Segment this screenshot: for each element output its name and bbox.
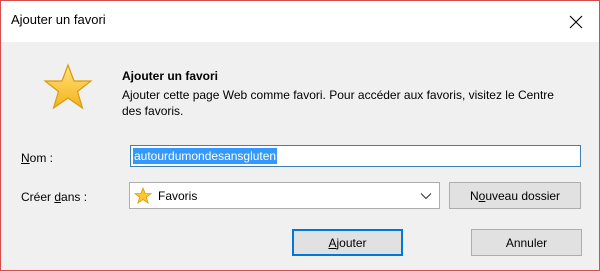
add-favorite-dialog: Ajouter un favori Ajouter un favori Ajou… [0, 0, 600, 271]
create-in-label-text-before: Créer [21, 190, 55, 204]
star-icon [134, 187, 152, 204]
new-folder-label-after: uveau dossier [485, 188, 561, 203]
dialog-heading: Ajouter un favori [122, 69, 219, 83]
new-folder-label-accesskey: o [478, 188, 486, 203]
star-icon [43, 63, 93, 110]
dialog-title: Ajouter un favori [11, 12, 106, 27]
add-label-text: jouter [336, 235, 367, 250]
cancel-button[interactable]: Annuler [471, 229, 582, 256]
name-input-value: autourdumondesansgluten [133, 148, 278, 164]
name-input[interactable]: autourdumondesansgluten [130, 145, 581, 167]
title-bar: Ajouter un favori [1, 1, 599, 42]
close-icon [569, 15, 583, 28]
close-button[interactable] [553, 1, 599, 42]
chevron-down-icon [420, 193, 432, 200]
new-folder-label-before: N [469, 188, 479, 203]
add-button[interactable]: Ajouter [292, 229, 403, 256]
create-in-label: Créer dans : [21, 190, 87, 204]
name-label-accesskey: N [21, 151, 30, 165]
folder-dropdown[interactable]: Favoris [129, 182, 440, 209]
name-label: Nom : [21, 151, 53, 165]
name-label-text: om : [29, 151, 54, 165]
create-in-label-text-after: ans : [61, 190, 88, 204]
dialog-description: Ajouter cette page Web comme favori. Pou… [122, 88, 554, 118]
new-folder-button[interactable]: No uveau dossier [449, 182, 581, 209]
folder-dropdown-value: Favoris [158, 189, 198, 203]
